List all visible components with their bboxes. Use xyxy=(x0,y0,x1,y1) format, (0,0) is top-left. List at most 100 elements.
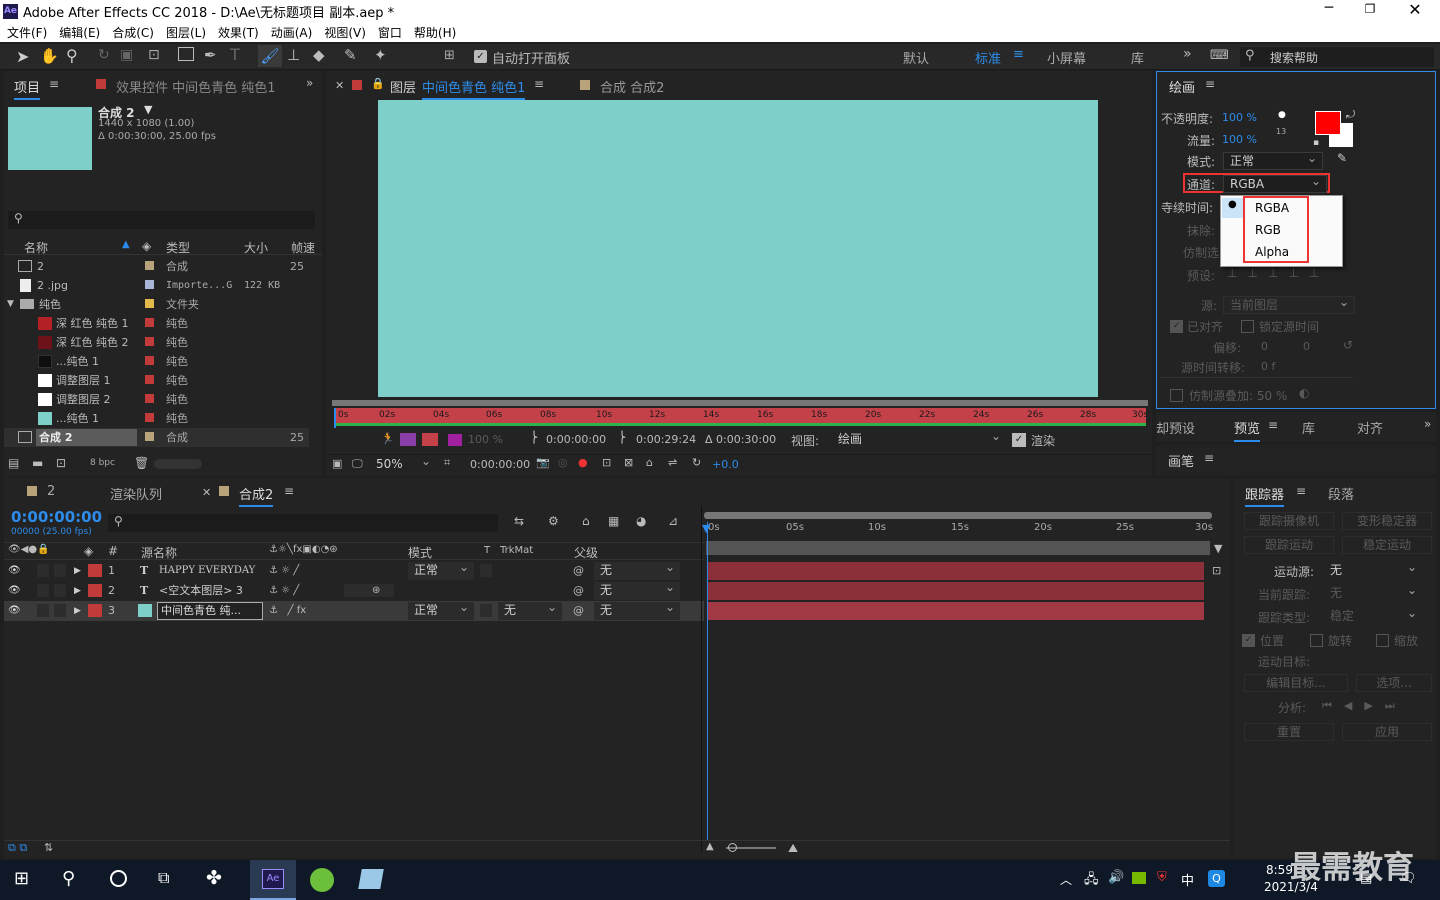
layer-mode-dropdown[interactable]: 正常 xyxy=(408,599,474,620)
render-checkbox[interactable]: ✓ xyxy=(1012,433,1026,447)
col-type[interactable]: 类型 xyxy=(166,239,190,256)
warp-stabilizer-button[interactable]: 变形稳定器 xyxy=(1342,512,1432,530)
pen-tool-icon[interactable]: ✒ xyxy=(204,46,217,64)
label-swatch[interactable] xyxy=(145,299,154,308)
folder-expand-icon[interactable]: ▼ xyxy=(7,295,14,314)
menu-window[interactable]: 窗口 xyxy=(378,24,402,41)
list-item[interactable]: 2 合成 25 xyxy=(4,257,309,276)
menu-effect[interactable]: 效果(T) xyxy=(218,24,259,41)
tab-project-menu-icon[interactable]: ≡ xyxy=(49,77,59,91)
visibility-icon[interactable]: 👁 xyxy=(8,601,21,621)
clone-stamp-tool-icon[interactable]: ⊥ xyxy=(287,46,300,64)
label-swatch[interactable] xyxy=(145,356,154,365)
stabilize-motion-button[interactable]: 稳定运动 xyxy=(1342,536,1432,554)
layer-mode-dropdown[interactable]: 正常 xyxy=(408,559,474,580)
tab-render-queue[interactable]: 渲染队列 xyxy=(110,484,162,503)
paint-on-transparent-icon[interactable] xyxy=(400,433,416,446)
new-folder-icon[interactable]: ▬ xyxy=(32,456,43,470)
eraser-tool-icon[interactable]: ◆ xyxy=(313,46,325,64)
menu-view[interactable]: 视图(V) xyxy=(324,24,366,41)
swap-colors-icon[interactable]: ⤾ xyxy=(1346,108,1355,122)
brushes-menu-icon[interactable]: ≡ xyxy=(1204,451,1214,465)
after-effects-taskbar-item[interactable]: Ae xyxy=(250,860,296,900)
pickwhip-icon[interactable]: @ xyxy=(573,601,584,621)
layer-switches[interactable]: ⚓ ☼ ╱ xyxy=(269,561,299,581)
preserve-transparency[interactable] xyxy=(480,564,492,577)
clone-overlay-checkbox[interactable] xyxy=(1170,389,1183,402)
tab-close-icon[interactable]: ✕ xyxy=(202,486,211,499)
tab-paragraph[interactable]: 段落 xyxy=(1328,484,1354,503)
fg-color-swatch[interactable] xyxy=(1315,111,1341,135)
channel-option-rgba[interactable]: RGBA xyxy=(1255,201,1289,215)
preserve-transparency[interactable] xyxy=(480,604,492,617)
always-preview-icon[interactable]: ▣ xyxy=(332,457,342,470)
onion-skin-icon[interactable]: 🏃 xyxy=(381,432,395,445)
navigator-bar[interactable] xyxy=(704,512,1212,519)
lock-switch[interactable] xyxy=(54,604,66,617)
layer-label-color[interactable] xyxy=(88,604,102,617)
tray-chevron-icon[interactable]: ︿ xyxy=(1060,871,1072,888)
label-column-icon[interactable]: ◈ xyxy=(142,239,151,253)
menu-file[interactable]: 文件(F) xyxy=(7,24,47,41)
toggle-panes-icon[interactable]: ⧉ ⧉ xyxy=(8,841,27,855)
cti-head-icon[interactable]: ▼ xyxy=(702,522,710,535)
menu-composition[interactable]: 合成(C) xyxy=(112,24,154,41)
list-item[interactable]: 调整图层 2 纯色 xyxy=(4,390,309,409)
lock-switch[interactable] xyxy=(54,564,66,577)
in-point-icon[interactable]: ⎬ xyxy=(530,431,538,444)
list-item[interactable]: ...纯色 1 纯色 xyxy=(4,409,309,428)
tab-effects-presets[interactable]: 却预设 xyxy=(1156,418,1195,437)
zoom-in-icon[interactable]: ⛰ xyxy=(788,841,798,856)
puppet-tool-icon[interactable]: ✦ xyxy=(374,46,387,64)
opacity-value[interactable]: 100 % xyxy=(1222,111,1257,124)
action-center-icon[interactable]: 🗨 xyxy=(1400,871,1417,886)
reset-button[interactable]: 重置 xyxy=(1244,723,1334,741)
layer-duration-bar[interactable] xyxy=(708,582,1204,600)
label-swatch[interactable] xyxy=(145,261,154,270)
layer-canvas[interactable] xyxy=(378,100,1098,397)
notepad-app-icon[interactable] xyxy=(358,869,384,889)
grid-icon[interactable]: ⌂ xyxy=(646,456,653,469)
interpret-footage-icon[interactable]: ▤ xyxy=(8,456,19,470)
menu-help[interactable]: 帮助(H) xyxy=(414,24,456,41)
timeline-ruler[interactable]: 0s 05s 10s 15s 20s 25s 30s xyxy=(704,520,1214,538)
layer-parent-dropdown[interactable]: 无 xyxy=(594,559,680,580)
comp-dropdown-icon[interactable]: ▼ xyxy=(144,103,152,116)
comp-marker-icon[interactable]: ▼ xyxy=(1214,542,1222,555)
work-area-bar[interactable] xyxy=(332,400,1148,406)
transparency-grid-icon[interactable]: ⊠ xyxy=(624,456,633,469)
layer-name[interactable]: 中间色青色 纯... xyxy=(161,601,261,621)
tab-project[interactable]: 项目 xyxy=(14,77,41,100)
viewer-timecode[interactable]: 0:00:00:00 xyxy=(470,458,530,471)
close-button[interactable]: ✕ xyxy=(1400,0,1430,22)
reset-offset-icon[interactable]: ↺ xyxy=(1343,338,1353,352)
app-fan-icon[interactable]: ✤ xyxy=(206,867,222,889)
col-source-name[interactable]: 源名称 xyxy=(141,544,177,561)
tab-comp[interactable]: 合成 合成2 xyxy=(600,77,664,96)
layer-label-color[interactable] xyxy=(88,584,102,597)
workspace-library[interactable]: 库 xyxy=(1131,48,1144,67)
layer-row[interactable]: 👁 ▶ 2 T <空文本图层> 3 ⚓ ☼ ╱ ⊛ @ 无 xyxy=(4,579,704,601)
visibility-icon[interactable]: 👁 xyxy=(8,561,21,581)
tab-close-icon[interactable]: ✕ xyxy=(335,79,344,92)
label-swatch[interactable] xyxy=(145,318,154,327)
zoom-dropdown[interactable]: 50% xyxy=(370,453,436,474)
current-time-indicator[interactable] xyxy=(707,522,708,840)
color-channels-icon[interactable]: ● xyxy=(578,456,588,469)
pickwhip-icon[interactable]: @ xyxy=(573,561,584,581)
shy-layers-icon[interactable]: ⌂ xyxy=(582,514,590,528)
exposure-value[interactable]: +0.0 xyxy=(712,458,739,471)
col-parent[interactable]: 父级 xyxy=(574,544,598,561)
selection-tool-icon[interactable]: ➤ xyxy=(16,47,29,66)
layer-duration-bar[interactable] xyxy=(708,562,1204,580)
solo-switch[interactable] xyxy=(37,604,49,617)
reset-exposure-icon[interactable]: ⇌ xyxy=(668,456,677,469)
eyedropper-icon[interactable]: ✎ xyxy=(1337,151,1347,165)
lock-time-checkbox[interactable] xyxy=(1241,320,1254,333)
workspace-small-screen[interactable]: 小屏幕 xyxy=(1047,48,1086,67)
project-search[interactable]: ⚲ xyxy=(8,211,315,229)
motion-blur-icon[interactable]: ◕ xyxy=(636,514,646,528)
layer-name[interactable]: HAPPY EVERYDAY xyxy=(159,561,255,581)
menu-edit[interactable]: 编辑(E) xyxy=(59,24,100,41)
list-item[interactable]: ...纯色 1 纯色 xyxy=(4,352,309,371)
